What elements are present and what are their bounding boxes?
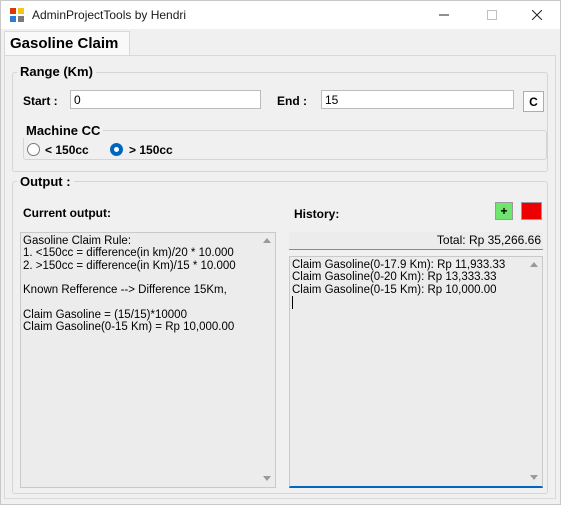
app-window: AdminProjectTools by Hendri Gasoline Cla… — [0, 0, 561, 505]
tab-gasoline-claim[interactable]: Gasoline Claim — [4, 31, 130, 56]
close-button[interactable] — [514, 1, 560, 29]
maximize-button[interactable] — [469, 1, 515, 29]
history-scrollbar[interactable] — [526, 257, 542, 486]
radio-more-150cc-label[interactable]: > 150cc — [129, 143, 173, 157]
close-icon — [532, 10, 542, 20]
current-output-label: Current output: — [23, 206, 111, 220]
end-label: End : — [277, 94, 307, 108]
history-text: Claim Gasoline(0-17.9 Km): Rp 11,933.33 … — [292, 259, 506, 296]
radio-more-150cc[interactable] — [110, 143, 123, 156]
scroll-up-icon[interactable] — [263, 238, 271, 243]
history-label: History: — [294, 207, 340, 221]
current-output-textarea[interactable]: Gasoline Claim Rule: 1. <150cc = differe… — [20, 232, 276, 488]
clear-history-button[interactable] — [521, 202, 542, 220]
window-title: AdminProjectTools by Hendri — [32, 8, 187, 22]
output-group-title: Output : — [17, 174, 74, 189]
app-icon — [10, 8, 24, 22]
scroll-up-icon[interactable] — [530, 262, 538, 267]
add-history-button[interactable]: + — [495, 202, 513, 220]
minimize-button[interactable] — [421, 1, 467, 29]
history-textarea[interactable]: Claim Gasoline(0-17.9 Km): Rp 11,933.33 … — [289, 256, 543, 488]
radio-less-150cc[interactable] — [27, 143, 40, 156]
minimize-icon — [439, 14, 449, 16]
total-display: Total: Rp 35,266.66 — [289, 232, 543, 250]
clear-button[interactable]: C — [523, 91, 544, 112]
scroll-down-icon[interactable] — [263, 476, 271, 481]
scroll-down-icon[interactable] — [530, 475, 538, 480]
maximize-icon — [487, 10, 497, 20]
machine-cc-title: Machine CC — [23, 123, 104, 138]
radio-less-150cc-label[interactable]: < 150cc — [45, 143, 89, 157]
current-output-text: Gasoline Claim Rule: 1. <150cc = differe… — [23, 235, 236, 334]
text-caret — [292, 296, 293, 309]
start-input[interactable] — [70, 90, 261, 109]
range-group-title: Range (Km) — [17, 64, 96, 79]
current-output-scrollbar[interactable] — [259, 233, 275, 487]
end-input[interactable] — [321, 90, 514, 109]
start-label: Start : — [23, 94, 58, 108]
title-bar: AdminProjectTools by Hendri — [1, 1, 560, 29]
